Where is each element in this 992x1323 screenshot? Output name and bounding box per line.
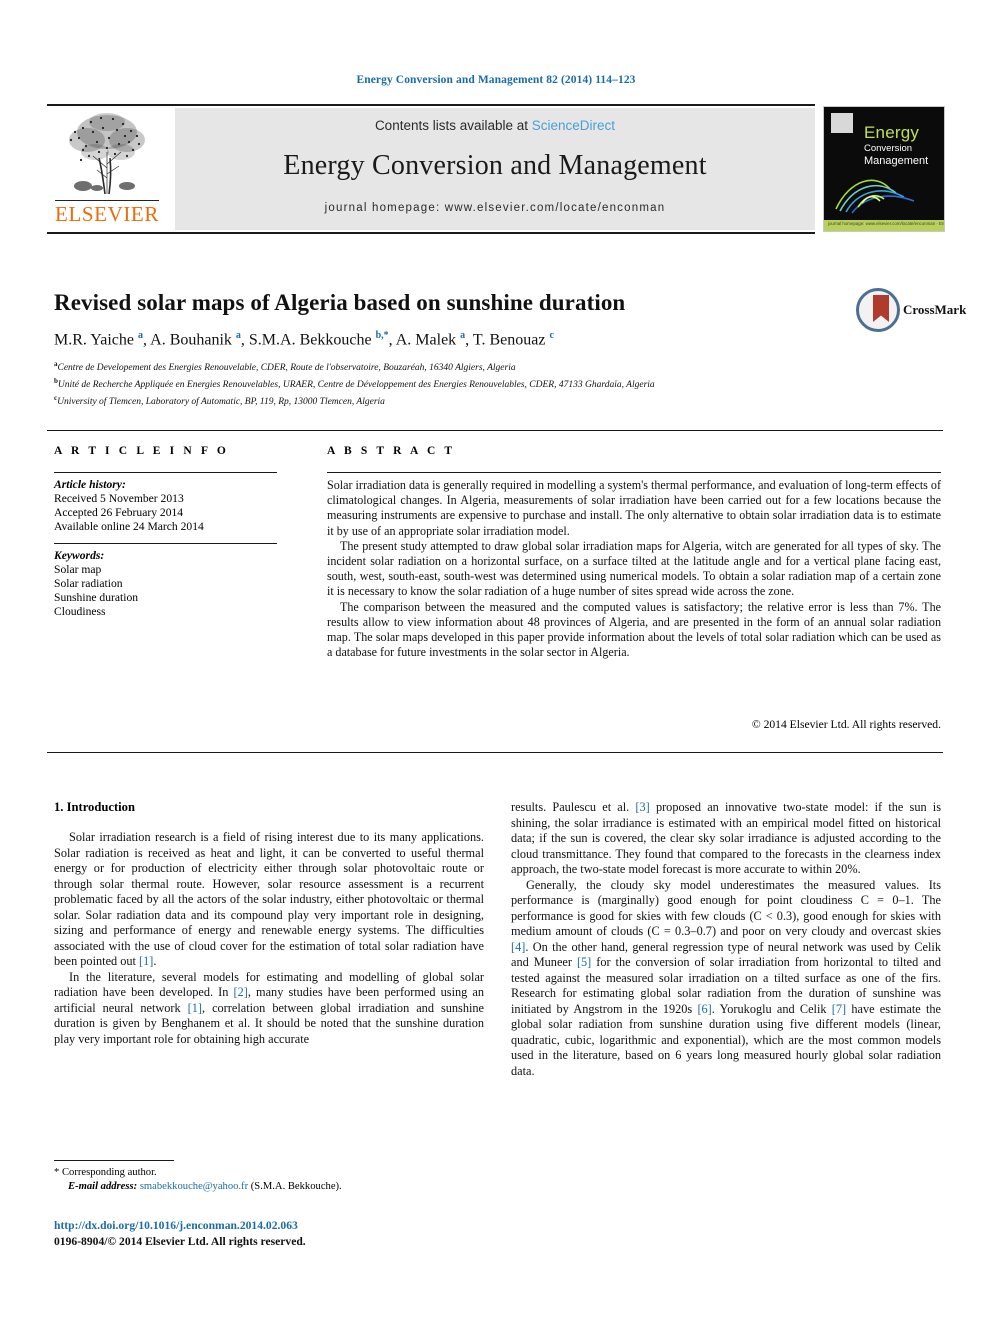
article-history-block: Article history: Received 5 November 201… xyxy=(54,478,284,534)
email-line: E-mail address: smabekkouche@yahoo.fr (S… xyxy=(54,1180,484,1194)
footnote-block: * Corresponding author. E-mail address: … xyxy=(54,1166,484,1193)
contents-available-line: Contents lists available at ScienceDirec… xyxy=(175,118,815,133)
keyword-item: Cloudiness xyxy=(54,605,106,618)
cover-bottom-strip: journal homepage: www.elsevier.com/locat… xyxy=(824,220,944,231)
header-rule-bottom xyxy=(47,232,815,234)
affiliation-text: University of Tlemcen, Laboratory of Aut… xyxy=(57,396,385,407)
cover-title-line1: Energy xyxy=(864,123,920,142)
journal-homepage-line[interactable]: journal homepage: www.elsevier.com/locat… xyxy=(175,202,815,214)
article-history-item: Accepted 26 February 2014 xyxy=(54,506,184,519)
section-heading-introduction: 1. Introduction xyxy=(54,800,135,814)
article-history-item: Received 5 November 2013 xyxy=(54,492,184,505)
article-info-rule xyxy=(54,472,277,473)
cover-publisher-mark-icon xyxy=(831,113,853,133)
contents-prefix: Contents lists available at xyxy=(374,118,532,133)
citation-ref[interactable]: [3] xyxy=(635,800,649,814)
article-info-rule-bottom xyxy=(47,752,943,753)
journal-title: Energy Conversion and Management xyxy=(283,150,707,181)
elsevier-logo: ELSEVIER xyxy=(47,108,167,230)
article-info-rule-top xyxy=(47,430,943,431)
abstract-paragraph: The present study attempted to draw glob… xyxy=(327,538,941,599)
abstract-heading: A B S T R A C T xyxy=(327,445,456,457)
affiliation-item: cUniversity of Tlemcen, Laboratory of Au… xyxy=(54,392,934,409)
article-history-label: Article history: xyxy=(54,478,126,491)
running-head: Energy Conversion and Management 82 (201… xyxy=(356,74,636,86)
body-paragraph: Generally, the cloudy sky model underest… xyxy=(511,877,941,1078)
abstract-body: Solar irradiation data is generally requ… xyxy=(327,478,941,660)
header-rule-top xyxy=(47,104,815,106)
citation-ref[interactable]: [1] xyxy=(139,954,153,968)
body-column-left: Solar irradiation research is a field of… xyxy=(54,830,484,1047)
keywords-rule xyxy=(54,543,277,544)
issn-copyright-line: 0196-8904/© 2014 Elsevier Ltd. All right… xyxy=(54,1235,306,1248)
affiliation-item: bUnité de Recherche Appliquée en Energie… xyxy=(54,375,934,392)
cover-swoosh-graphic xyxy=(835,179,915,214)
citation-ref[interactable]: [5] xyxy=(577,955,591,969)
keywords-block: Keywords: Solar map Solar radiation Suns… xyxy=(54,549,284,619)
article-info-heading: A R T I C L E I N F O xyxy=(54,445,229,457)
sciencedirect-link[interactable]: ScienceDirect xyxy=(532,118,615,133)
abstract-rule xyxy=(327,472,941,473)
footnote-rule xyxy=(54,1160,174,1161)
crossmark-badge[interactable]: CrossMark xyxy=(856,288,966,340)
email-link[interactable]: smabekkouche@yahoo.fr xyxy=(140,1181,248,1192)
affiliation-text: Centre de Developement des Energies Reno… xyxy=(57,363,516,374)
elsevier-tree-icon xyxy=(69,113,145,195)
affiliation-text: Unité de Recherche Appliquée en Energies… xyxy=(57,379,655,390)
affiliation-item: aCentre de Developement des Energies Ren… xyxy=(54,358,934,375)
journal-header-band: ELSEVIER Contents lists available at Sci… xyxy=(47,108,815,230)
affiliation-list: aCentre de Developement des Energies Ren… xyxy=(54,358,934,408)
keyword-item: Solar radiation xyxy=(54,577,123,590)
journal-header-grey-panel: Contents lists available at ScienceDirec… xyxy=(175,108,815,230)
corresponding-author-marker: * xyxy=(54,1167,60,1178)
crossmark-label: CrossMark xyxy=(903,302,967,317)
paper-page: Energy Conversion and Management 82 (201… xyxy=(0,0,992,1323)
email-label: E-mail address: xyxy=(68,1180,138,1192)
page-title: Revised solar maps of Algeria based on s… xyxy=(54,290,626,315)
elsevier-wordmark: ELSEVIER xyxy=(55,202,159,226)
citation-ref[interactable]: [4] xyxy=(511,940,525,954)
citation-ref[interactable]: [2] xyxy=(234,985,248,999)
article-history-item: Available online 24 March 2014 xyxy=(54,520,204,533)
body-paragraph: results. Paulescu et al. [3] proposed an… xyxy=(511,800,941,876)
corresponding-author-text: Corresponding author. xyxy=(61,1167,157,1178)
author-list: M.R. Yaiche a, A. Bouhanik a, S.M.A. Bek… xyxy=(54,330,554,349)
cover-strip-text: journal homepage: www.elsevier.com/locat… xyxy=(828,221,945,226)
body-column-right: results. Paulescu et al. [3] proposed an… xyxy=(511,800,941,1079)
journal-cover-thumbnail: Energy Conversion Management journal hom… xyxy=(823,106,945,232)
body-paragraph: Solar irradiation research is a field of… xyxy=(54,830,484,968)
email-owner: (S.M.A. Bekkouche). xyxy=(250,1180,342,1192)
doi-link[interactable]: http://dx.doi.org/10.1016/j.enconman.201… xyxy=(54,1219,298,1232)
abstract-copyright: © 2014 Elsevier Ltd. All rights reserved… xyxy=(751,718,941,731)
abstract-paragraph: The comparison between the measured and … xyxy=(327,599,941,660)
crossmark-ribbon-icon xyxy=(873,295,889,322)
keywords-label: Keywords: xyxy=(54,549,105,562)
citation-ref[interactable]: [1] xyxy=(188,1001,202,1015)
citation-ref[interactable]: [7] xyxy=(832,1002,846,1016)
keyword-item: Sunshine duration xyxy=(54,591,139,604)
citation-ref[interactable]: [6] xyxy=(697,1002,711,1016)
crossmark-circle-icon xyxy=(856,288,900,332)
keyword-item: Solar map xyxy=(54,563,102,576)
cover-title-line3: Management xyxy=(864,155,929,167)
elsevier-rule xyxy=(55,200,159,201)
abstract-paragraph: Solar irradiation data is generally requ… xyxy=(327,478,941,538)
body-paragraph: In the literature, several models for es… xyxy=(54,969,485,1046)
cover-title-line2: Conversion xyxy=(864,143,913,154)
